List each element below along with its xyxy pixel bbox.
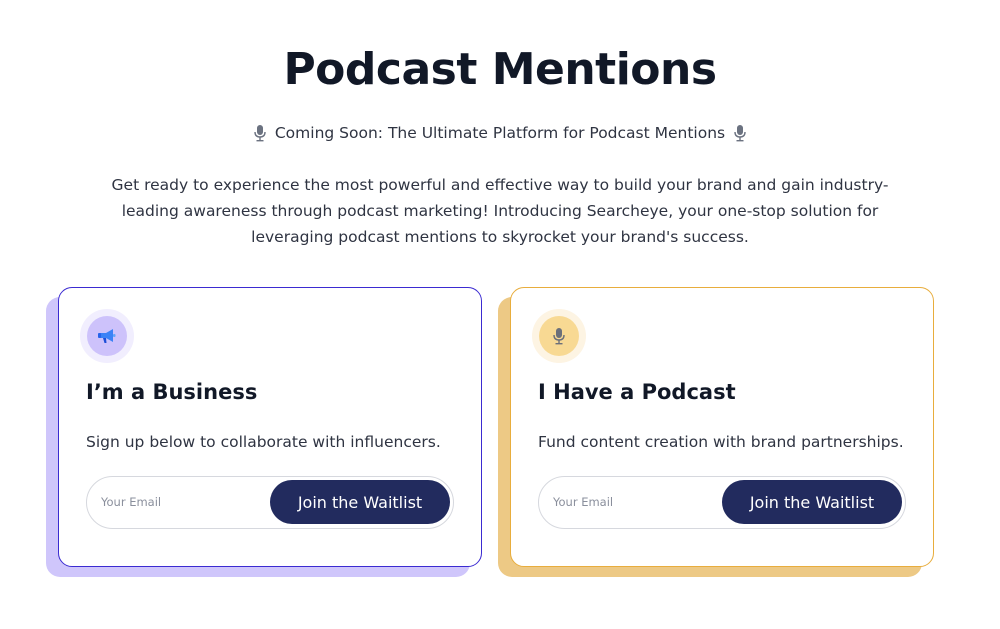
card-description: Sign up below to collaborate with influe… xyxy=(86,433,441,451)
subtitle-text: Coming Soon: The Ultimate Platform for P… xyxy=(274,124,726,142)
card-panel: I’m a Business Sign up below to collabor… xyxy=(58,287,482,567)
microphone-icon xyxy=(734,125,746,142)
business-card: I’m a Business Sign up below to collabor… xyxy=(46,287,482,577)
icon-badge xyxy=(80,309,134,363)
intro-description: Get ready to experience the most powerfu… xyxy=(111,176,889,246)
join-waitlist-button[interactable]: Join the Waitlist xyxy=(270,480,450,524)
microphone-icon xyxy=(254,125,266,142)
megaphone-icon xyxy=(98,329,116,343)
icon-badge xyxy=(532,309,586,363)
join-waitlist-button[interactable]: Join the Waitlist xyxy=(722,480,902,524)
card-title: I Have a Podcast xyxy=(538,380,736,404)
email-input[interactable] xyxy=(553,492,703,512)
waitlist-form: Join the Waitlist xyxy=(538,476,906,529)
email-input[interactable] xyxy=(101,492,251,512)
waitlist-form: Join the Waitlist xyxy=(86,476,454,529)
podcast-card: I Have a Podcast Fund content creation w… xyxy=(498,287,934,577)
subtitle-row: Coming Soon: The Ultimate Platform for P… xyxy=(0,124,1000,142)
card-panel: I Have a Podcast Fund content creation w… xyxy=(510,287,934,567)
card-description: Fund content creation with brand partner… xyxy=(538,433,904,451)
card-title: I’m a Business xyxy=(86,380,258,404)
page-title: Podcast Mentions xyxy=(283,44,717,95)
microphone-icon xyxy=(553,328,565,345)
